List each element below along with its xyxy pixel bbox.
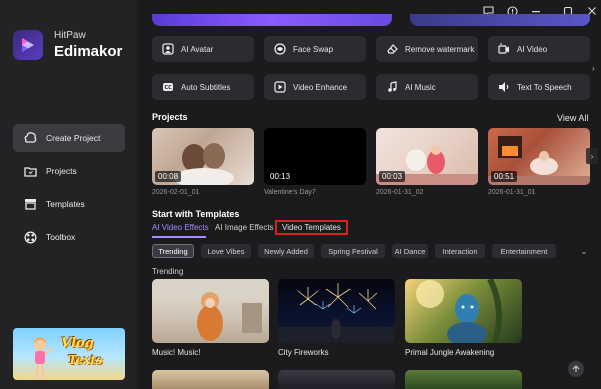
project-thumbnail[interactable]: 00:13 — [264, 128, 366, 185]
banner-title: Vlog — [61, 336, 94, 351]
speaker-icon — [497, 80, 511, 94]
tool-ai-video[interactable]: AI Video — [488, 36, 590, 62]
tool-label: Auto Subtitles — [181, 82, 231, 92]
project-name: 2026-01-31_02 — [376, 189, 424, 196]
template-name: Primal Jungle Awakening — [405, 348, 495, 357]
sidebar-item-toolbox[interactable]: Toolbox — [13, 223, 125, 251]
template-name: Music! Music! — [152, 348, 201, 357]
projects-title: Projects — [152, 112, 188, 122]
project-name: Valentine's Day7 — [264, 189, 316, 196]
tab-ai-image-effects[interactable]: AI Image Effects — [215, 223, 274, 232]
trending-label: Trending — [152, 267, 184, 276]
promo-banner-1[interactable] — [152, 14, 392, 26]
project-name: 2026-02-01_01 — [152, 189, 200, 196]
app-logo — [13, 30, 43, 60]
subtitles-icon: CC — [161, 80, 175, 94]
tool-ai-music[interactable]: AI Music — [376, 74, 478, 100]
tab-video-templates[interactable]: Video Templates — [275, 220, 348, 235]
tab-ai-video-effects[interactable]: AI Video Effects — [152, 223, 209, 232]
music-icon — [385, 80, 399, 94]
tool-video-enhance[interactable]: Video Enhance — [264, 74, 366, 100]
banner-subtitle: Texts — [68, 353, 103, 367]
eraser-icon — [385, 42, 399, 56]
chip-trending[interactable]: Trending — [152, 244, 194, 258]
tool-remove-watermark[interactable]: Remove watermark — [376, 36, 478, 62]
template-card[interactable] — [405, 370, 522, 389]
sidebar-item-templates[interactable]: Templates — [13, 190, 125, 218]
avatar-icon — [161, 42, 175, 56]
duration-badge: 00:08 — [155, 171, 182, 182]
tool-label: Video Enhance — [293, 82, 348, 92]
template-preview-image — [152, 279, 269, 341]
tool-label: Text To Speech — [517, 82, 572, 92]
tool-label: AI Avatar — [181, 44, 214, 54]
chip-ai-dance[interactable]: AI Dance — [392, 244, 428, 258]
chip-interaction[interactable]: Interaction — [435, 244, 485, 258]
sidebar-item-label: Projects — [46, 166, 77, 176]
template-preview-image — [278, 283, 395, 343]
folder-icon — [23, 164, 37, 178]
brand-small: HitPaw — [54, 30, 86, 41]
sidebar-item-label: Create Project — [46, 133, 101, 143]
sidebar-item-label: Templates — [46, 199, 85, 209]
tool-auto-subtitles[interactable]: CC Auto Subtitles — [152, 74, 254, 100]
tool-text-to-speech[interactable]: Text To Speech — [488, 74, 590, 100]
project-thumbnail[interactable]: 00:03 — [376, 128, 478, 185]
chip-love-vibes[interactable]: Love Vibes — [201, 244, 251, 258]
promo-banner-2[interactable] — [410, 14, 590, 26]
view-all-link[interactable]: View All — [557, 113, 588, 123]
tool-face-swap[interactable]: Face Swap — [264, 36, 366, 62]
templates-title: Start with Templates — [152, 209, 240, 219]
project-name: 2026-01-31_01 — [488, 189, 536, 196]
tool-label: AI Video — [517, 44, 548, 54]
active-tab-indicator — [152, 236, 206, 238]
template-name: City Fireworks — [278, 348, 329, 357]
ai-video-icon — [497, 42, 511, 56]
logo-play-icon — [22, 38, 34, 52]
toolbox-icon — [23, 230, 37, 244]
sidebar-item-projects[interactable]: Projects — [13, 157, 125, 185]
template-card[interactable] — [278, 279, 395, 343]
arrow-up-icon — [572, 365, 580, 372]
chip-spring-festival[interactable]: Spring Festival — [321, 244, 385, 258]
template-preview-image — [416, 279, 502, 343]
sidebar-item-create-project[interactable]: Create Project — [13, 124, 125, 152]
main-content: AI Avatar Face Swap Remove watermark AI … — [138, 0, 601, 389]
brand-big: Edimakor — [54, 43, 123, 60]
chevron-right-icon[interactable]: › — [586, 148, 598, 164]
duration-badge: 00:03 — [379, 171, 406, 182]
sidebar: HitPaw Edimakor Create Project Projects … — [0, 0, 138, 389]
tool-label: Face Swap — [293, 44, 334, 54]
template-card[interactable] — [152, 370, 269, 389]
template-card[interactable] — [278, 370, 395, 389]
project-thumbnail[interactable]: 00:08 — [152, 128, 254, 185]
tool-label: AI Music — [405, 82, 436, 92]
chip-entertainment[interactable]: Entertainment — [492, 244, 556, 258]
duration-badge: 00:51 — [491, 171, 518, 182]
project-thumbnail[interactable]: 00:51 — [488, 128, 590, 185]
duration-badge: 00:13 — [267, 171, 294, 182]
svg-text:CC: CC — [165, 85, 173, 91]
tool-ai-avatar[interactable]: AI Avatar — [152, 36, 254, 62]
cloud-upload-icon — [23, 131, 37, 145]
templates-icon — [23, 197, 37, 211]
video-enhance-icon — [273, 80, 287, 94]
face-swap-icon — [273, 42, 287, 56]
banner-character-image — [34, 337, 53, 378]
chevron-down-icon[interactable]: ⌄ — [577, 244, 591, 258]
template-card[interactable] — [152, 279, 269, 343]
tool-label: Remove watermark — [405, 44, 475, 54]
vlog-texts-banner[interactable]: Vlog Texts — [13, 328, 125, 380]
template-card[interactable] — [405, 279, 522, 343]
chevron-right-icon[interactable]: › — [592, 64, 601, 78]
sidebar-item-label: Toolbox — [46, 232, 76, 242]
scroll-to-top-button[interactable] — [568, 361, 584, 377]
chip-newly-added[interactable]: Newly Added — [258, 244, 314, 258]
